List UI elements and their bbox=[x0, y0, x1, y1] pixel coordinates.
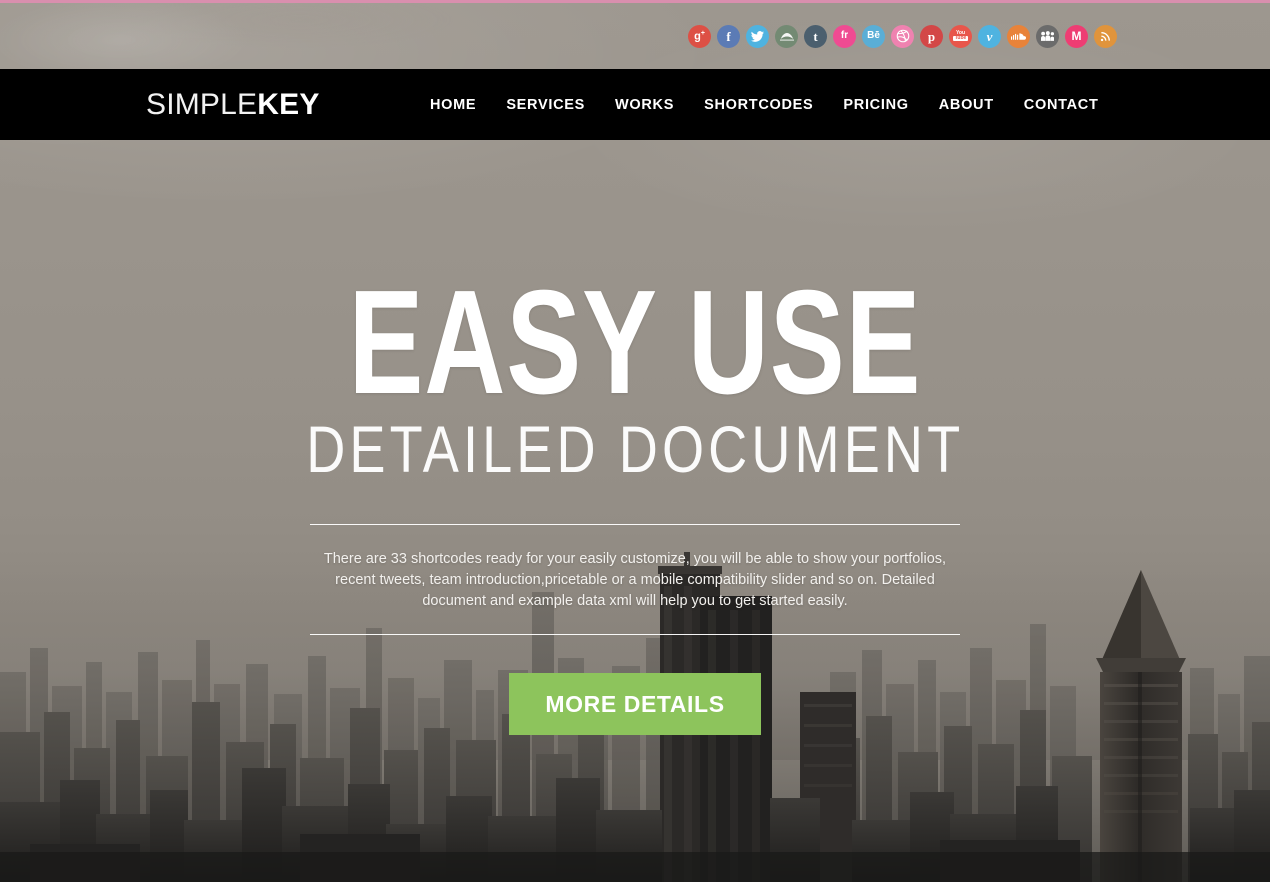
site-logo[interactable]: SIMPLEKEY bbox=[146, 88, 320, 122]
social-icon-list: g+ f t fr Bē p You Tube v M bbox=[688, 24, 1117, 48]
facebook-icon[interactable]: f bbox=[717, 24, 740, 48]
top-accent-rule bbox=[0, 0, 1270, 3]
nav-item-services[interactable]: SERVICES bbox=[506, 91, 585, 119]
nav-item-contact[interactable]: CONTACT bbox=[1024, 91, 1099, 119]
nav-item-shortcodes[interactable]: SHORTCODES bbox=[704, 91, 813, 119]
vimeo-icon[interactable]: v bbox=[978, 24, 1001, 48]
hero-section: EASY USE DETAILED DOCUMENT There are 33 … bbox=[0, 140, 1270, 882]
behance-icon[interactable]: Bē bbox=[862, 24, 885, 48]
logo-text-bold: KEY bbox=[257, 87, 320, 121]
nav-item-home[interactable]: HOME bbox=[430, 91, 476, 119]
myspace-icon[interactable] bbox=[1036, 24, 1059, 48]
medium-icon[interactable]: M bbox=[1065, 24, 1088, 48]
hero-divider-top bbox=[310, 524, 960, 526]
dribbble-icon[interactable] bbox=[891, 24, 914, 48]
main-navigation-bar: SIMPLEKEY HOME SERVICES WORKS SHORTCODES… bbox=[0, 69, 1270, 140]
youtube-icon[interactable]: You Tube bbox=[949, 24, 972, 48]
nav-item-pricing[interactable]: PRICING bbox=[843, 91, 908, 119]
nav-item-works[interactable]: WORKS bbox=[615, 91, 674, 119]
soundcloud-icon[interactable] bbox=[1007, 24, 1030, 48]
google-plus-icon[interactable]: g+ bbox=[688, 24, 711, 48]
flickr-icon[interactable]: fr bbox=[833, 24, 856, 48]
pinterest-icon[interactable]: p bbox=[920, 24, 943, 48]
hero-divider-bottom bbox=[310, 634, 960, 636]
tumblr-icon[interactable]: t bbox=[804, 24, 827, 48]
deviantart-icon[interactable] bbox=[775, 24, 798, 48]
more-details-button[interactable]: MORE DETAILS bbox=[509, 673, 761, 736]
hero-headline: EASY USE bbox=[348, 260, 922, 425]
social-bar: g+ f t fr Bē p You Tube v M bbox=[0, 3, 1270, 69]
hero-subheadline: DETAILED DOCUMENT bbox=[305, 412, 965, 487]
twitter-icon[interactable] bbox=[746, 24, 769, 48]
hero-description: There are 33 shortcodes ready for your e… bbox=[323, 551, 947, 610]
rss-icon[interactable] bbox=[1094, 24, 1117, 48]
logo-text-light: SIMPLE bbox=[146, 87, 258, 121]
nav-item-about[interactable]: ABOUT bbox=[939, 91, 994, 119]
nav-menu: HOME SERVICES WORKS SHORTCODES PRICING A… bbox=[430, 91, 1099, 119]
